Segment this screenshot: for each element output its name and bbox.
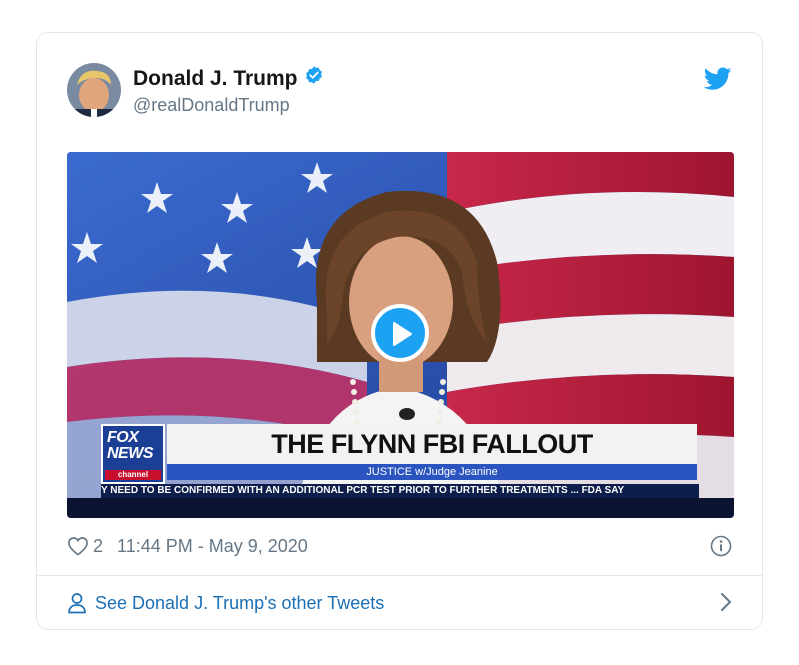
play-icon	[393, 322, 412, 346]
author-names: Donald J. Trump @realDonaldTrump	[133, 65, 324, 117]
news-ticker: Y NEED TO BE CONFIRMED WITH AN ADDITIONA…	[101, 484, 699, 498]
tweet-card: Donald J. Trump @realDonaldTrump FOX NEW…	[36, 32, 763, 630]
twitter-bird-icon[interactable]	[703, 67, 732, 91]
tweet-timestamp[interactable]: 11:44 PM - May 9, 2020	[117, 536, 308, 557]
person-icon	[68, 593, 86, 614]
author-display-name-row[interactable]: Donald J. Trump	[133, 65, 324, 92]
logo-text: FOX NEWS	[107, 429, 154, 462]
avatar[interactable]	[67, 63, 121, 117]
author-handle[interactable]: @realDonaldTrump	[133, 93, 324, 117]
author-display-name[interactable]: Donald J. Trump	[133, 66, 298, 92]
tweet-meta: 2 11:44 PM - May 9, 2020	[67, 535, 732, 557]
chyron-subhead: JUSTICE w/Judge Jeanine	[167, 464, 697, 480]
see-other-tweets-label[interactable]: See Donald J. Trump's other Tweets	[95, 593, 384, 614]
tweet-header: Donald J. Trump @realDonaldTrump	[67, 63, 732, 119]
see-other-tweets-link[interactable]: See Donald J. Trump's other Tweets	[67, 589, 732, 617]
like-count: 2	[93, 535, 104, 556]
news-chyron: FOX NEWS channel THE FLYNN FBI FALLOUT J…	[101, 424, 699, 498]
footer-divider	[37, 575, 762, 576]
info-icon[interactable]	[710, 535, 732, 557]
chyron-headline: THE FLYNN FBI FALLOUT	[167, 424, 697, 464]
play-button[interactable]	[371, 304, 429, 362]
heart-icon	[68, 537, 88, 556]
logo-channel: channel	[105, 470, 161, 480]
chevron-right-icon[interactable]	[720, 592, 732, 612]
fox-news-logo: FOX NEWS channel	[101, 424, 165, 484]
verified-badge-icon	[304, 65, 324, 92]
like-button[interactable]: 2	[67, 536, 103, 557]
video-player[interactable]: FOX NEWS channel THE FLYNN FBI FALLOUT J…	[67, 152, 734, 518]
